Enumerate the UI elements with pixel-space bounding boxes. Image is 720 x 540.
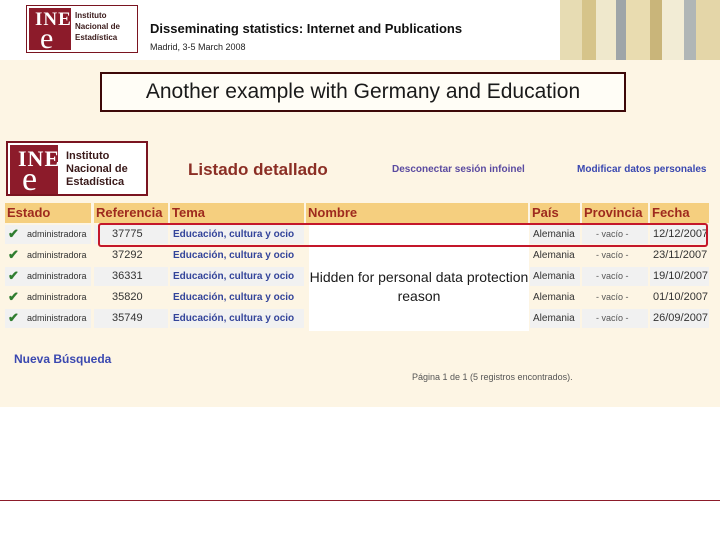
row-pais: Alemania: [530, 267, 580, 286]
logo-mark-bottom: e: [40, 22, 54, 55]
estado-text: administradora: [27, 250, 87, 260]
check-icon: ✔: [8, 310, 19, 325]
row-estado: ✔ administradora: [5, 267, 91, 286]
check-icon: ✔: [8, 268, 19, 283]
inner-ine-logo: INE e Instituto Nacional de Estadística: [6, 141, 148, 198]
ine-logo-mark: INE e: [29, 8, 71, 55]
modify-personal-data-link[interactable]: Modificar datos personales: [577, 164, 706, 175]
column-header-referencia[interactable]: Referencia: [94, 203, 168, 223]
row-fecha: 26/09/2007: [650, 309, 709, 328]
row-referencia[interactable]: 35820: [94, 288, 168, 307]
logo-text: Instituto Nacional de Estadística: [75, 11, 120, 42]
row-estado: ✔ administradora: [5, 225, 91, 244]
estado-text: administradora: [27, 229, 87, 239]
check-icon: ✔: [8, 226, 19, 241]
row-pais: Alemania: [533, 250, 575, 261]
check-icon: ✔: [8, 289, 19, 304]
row-tema: Educación, cultura y ocio: [173, 292, 295, 303]
row-fecha: 19/10/2007: [650, 267, 709, 286]
slide-caption: Another example with Germany and Educati…: [100, 72, 626, 112]
row-tema: Educación, cultura y ocio: [170, 309, 304, 328]
column-header-nombre[interactable]: Nombre: [306, 203, 528, 223]
footer-divider: [0, 500, 720, 501]
privacy-note: Hidden for personal data protection reas…: [309, 269, 529, 304]
row-referencia[interactable]: 37292: [94, 246, 168, 265]
row-provincia: - vacío -: [582, 267, 648, 286]
table-header: Estado Referencia Tema Nombre País Provi…: [5, 203, 709, 223]
check-icon: ✔: [8, 247, 19, 262]
listado-title: Listado detallado: [188, 160, 328, 179]
row-provincia: - vacío -: [582, 309, 648, 328]
row-provincia: - vacío -: [596, 292, 629, 302]
row-fecha: 01/10/2007: [653, 291, 709, 303]
row-provincia: - vacío -: [596, 250, 629, 260]
row-pais: Alemania: [530, 309, 580, 328]
row-tema: Educación, cultura y ocio: [173, 250, 295, 261]
slide-title: Disseminating statistics: Internet and P…: [150, 21, 463, 36]
row-referencia[interactable]: 35749: [94, 309, 168, 328]
pagination-info: Página 1 de 1 (5 registros encontrados).: [412, 372, 573, 382]
estado-text: administradora: [27, 292, 87, 302]
inner-logo-mark-bottom: e: [22, 161, 38, 198]
new-search-link[interactable]: Nueva Búsqueda: [14, 352, 111, 366]
header-photo: [560, 0, 720, 60]
slide-header: INE e Instituto Nacional de Estadística …: [0, 0, 720, 60]
column-header-fecha[interactable]: Fecha: [650, 203, 709, 223]
caption-band: Another example with Germany and Educati…: [0, 60, 720, 125]
estado-text: administradora: [27, 271, 87, 281]
row-estado: ✔ administradora: [5, 288, 91, 307]
column-header-estado[interactable]: Estado: [5, 203, 91, 223]
inner-logo-text: Instituto Nacional de Estadística: [66, 150, 128, 188]
disconnect-session-link[interactable]: Desconectar sesión infoinel: [392, 164, 525, 175]
row-pais: Alemania: [533, 292, 575, 303]
estado-text: administradora: [27, 313, 87, 323]
row-estado: ✔ administradora: [5, 246, 91, 265]
highlight-box: [98, 223, 708, 247]
column-header-tema[interactable]: Tema: [170, 203, 304, 223]
row-estado: ✔ administradora: [5, 309, 91, 328]
ine-logo: INE e Instituto Nacional de Estadística: [26, 5, 138, 55]
row-fecha: 23/11/2007: [653, 249, 708, 261]
row-referencia[interactable]: 36331: [94, 267, 168, 286]
slide-date: Madrid, 3-5 March 2008: [150, 42, 246, 52]
embedded-screenshot: INE e Instituto Nacional de Estadística …: [0, 125, 720, 407]
column-header-pais[interactable]: País: [530, 203, 580, 223]
row-tema: Educación, cultura y ocio: [170, 267, 304, 286]
inner-logo-mark: INE e: [10, 145, 59, 198]
column-header-provincia[interactable]: Provincia: [582, 203, 648, 223]
